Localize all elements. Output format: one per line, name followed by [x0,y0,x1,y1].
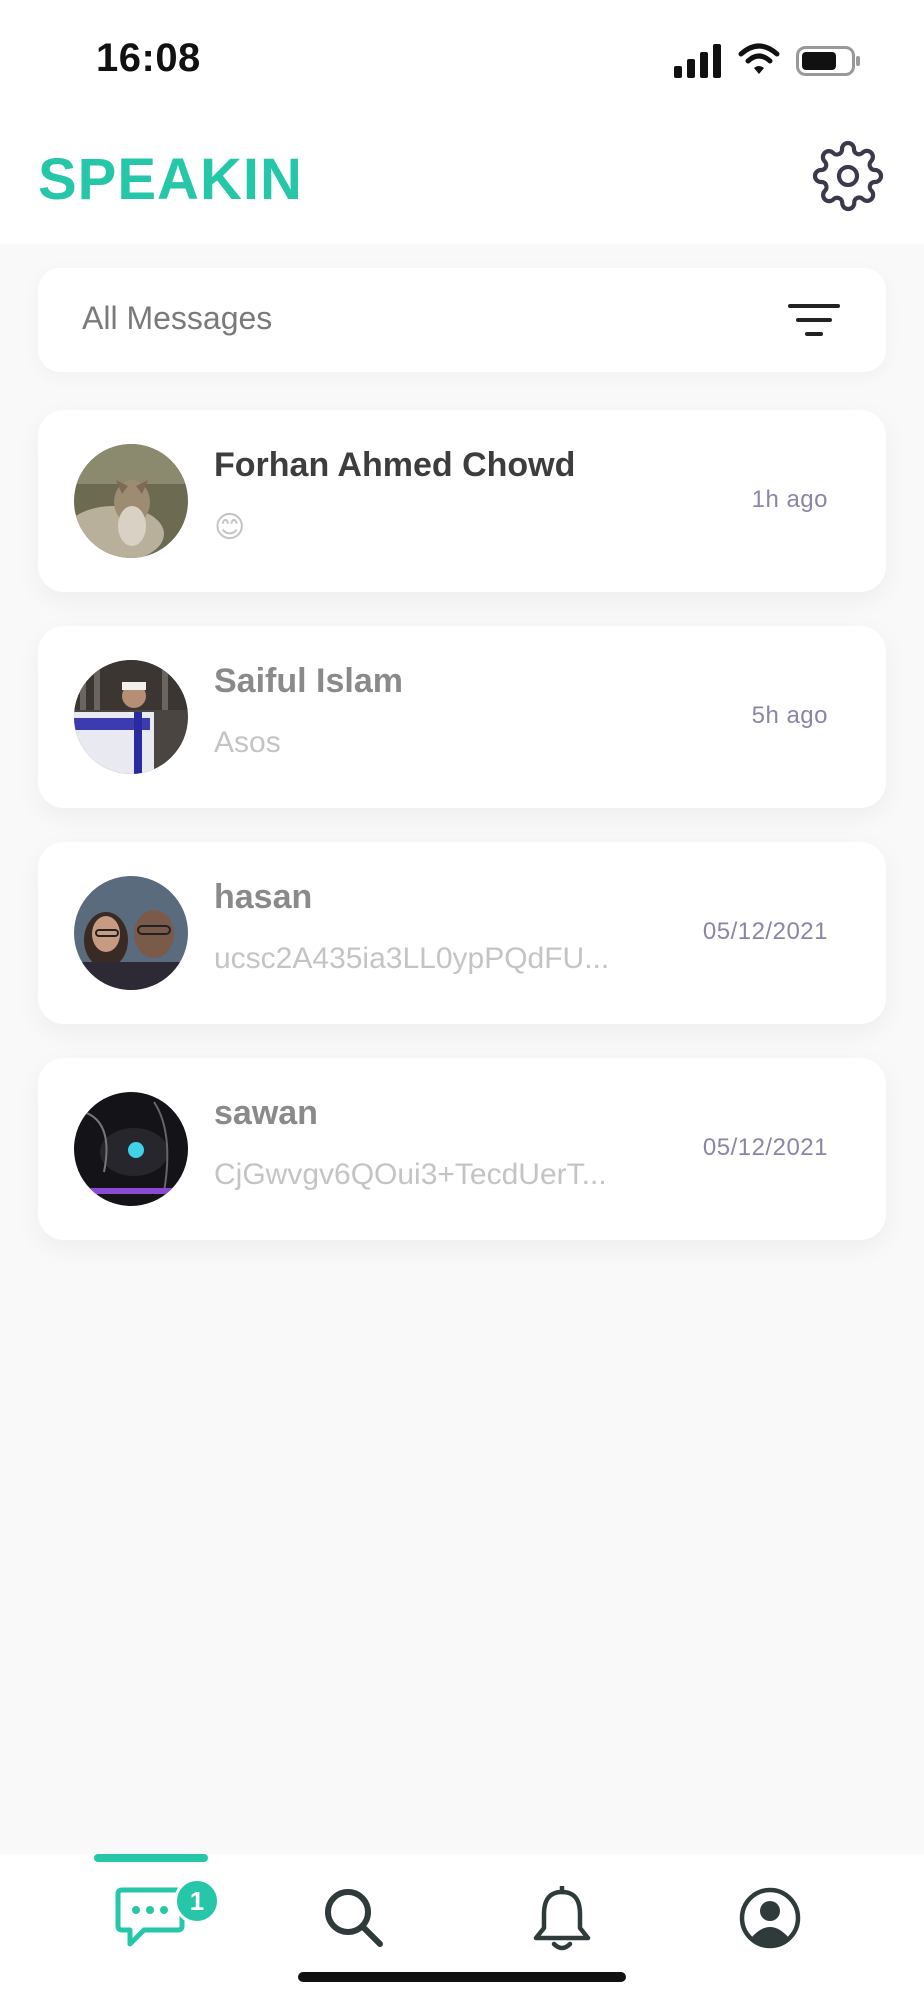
conversation-preview: ucsc2A435ia3LL0ypPQdFU... [214,942,610,975]
status-bar: 16:08 [0,0,924,120]
unread-badge: 1 [174,1878,220,1924]
profile-icon [739,1887,801,1949]
avatar [74,876,188,990]
conversation-preview: 😊 [214,511,246,544]
wifi-icon [738,43,780,74]
conversation-name: hasan [214,878,313,916]
avatar [74,444,188,558]
conversation-time: 05/12/2021 [702,918,828,945]
bell-icon [533,1886,591,1951]
conversation-preview: CjGwvgv6QOui3+TecdUerT... [214,1158,607,1191]
filter-icon[interactable] [786,302,842,338]
conversation-item[interactable]: Saiful Islam Asos 5h ago [38,626,886,808]
conversation-name: Forhan Ahmed Chowd [214,446,576,484]
tab-notifications[interactable] [504,1854,628,1974]
avatar [74,660,188,774]
conversation-item[interactable]: hasan ucsc2A435ia3LL0ypPQdFU... 05/12/20… [38,842,886,1024]
battery-icon [796,46,860,76]
message-filter-dropdown[interactable]: All Messages [38,268,886,372]
conversation-item[interactable]: Forhan Ahmed Chowd 😊 1h ago [38,410,886,592]
conversation-name: sawan [214,1094,318,1132]
filter-label: All Messages [82,300,273,336]
home-indicator [298,1972,626,1982]
conversation-time: 05/12/2021 [702,1134,828,1161]
conversation-preview: Asos [214,726,281,759]
tab-profile[interactable] [712,1854,836,1974]
status-time: 16:08 [96,36,201,80]
signal-icon [674,44,721,78]
conversation-time: 5h ago [751,702,828,729]
app-title: SPEAKIN [38,147,303,212]
gear-icon [812,140,884,212]
search-icon [325,1889,383,1947]
conversation-time: 1h ago [751,486,828,513]
app-header: SPEAKIN [0,120,924,244]
tab-search[interactable] [296,1854,420,1974]
avatar [74,1092,188,1206]
conversation-item[interactable]: sawan CjGwvgv6QOui3+TecdUerT... 05/12/20… [38,1058,886,1240]
conversation-name: Saiful Islam [214,662,403,700]
settings-button[interactable] [812,140,884,212]
